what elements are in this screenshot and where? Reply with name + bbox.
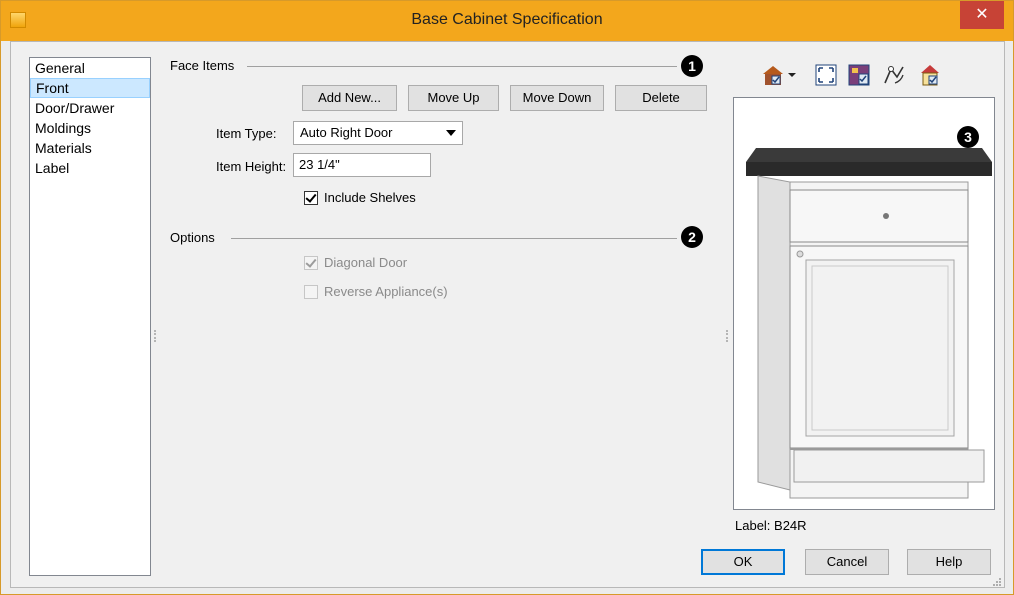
delete-button[interactable]: Delete [615, 85, 707, 111]
reverse-appliance-box[interactable] [304, 285, 318, 299]
item-height-input[interactable]: 23 1/4" [293, 153, 431, 177]
view-3d-dropdown-icon[interactable] [761, 63, 799, 87]
diagonal-door-label: Diagonal Door [324, 255, 408, 270]
item-height-label: Item Height: [216, 159, 287, 174]
callout-marker-1: 1 [681, 55, 703, 77]
ok-button[interactable]: OK [701, 549, 785, 575]
options-divider [231, 238, 677, 239]
options-heading: Options [170, 230, 215, 245]
face-items-heading: Face Items [170, 58, 235, 73]
help-button[interactable]: Help [907, 549, 991, 575]
cabinet-drawing [746, 148, 992, 499]
callout-marker-2: 2 [681, 226, 703, 248]
title-bar[interactable]: Base Cabinet Specification ✕ [1, 1, 1013, 41]
nav-item-front[interactable]: Front [30, 78, 150, 98]
nav-item-door-drawer[interactable]: Door/Drawer [30, 98, 150, 118]
nav-item-general[interactable]: General [30, 58, 150, 78]
add-new-button[interactable]: Add New... [302, 85, 397, 111]
checkmark-icon [305, 191, 317, 203]
item-type-select[interactable]: Auto Right Door [293, 121, 463, 145]
cancel-button[interactable]: Cancel [805, 549, 889, 575]
diagonal-door-checkbox[interactable]: Diagonal Door [304, 255, 444, 271]
nav-item-materials[interactable]: Materials [30, 138, 150, 158]
face-items-divider [247, 66, 677, 67]
category-list[interactable]: General Front Door/Drawer Moldings Mater… [29, 57, 151, 576]
fit-view-icon[interactable] [814, 63, 838, 87]
orbit-icon[interactable] [881, 63, 905, 87]
nav-item-moldings[interactable]: Moldings [30, 118, 150, 138]
close-button[interactable]: ✕ [960, 1, 1004, 29]
include-shelves-checkbox[interactable]: Include Shelves [304, 190, 444, 206]
reverse-appliance-checkbox[interactable]: Reverse Appliance(s) [304, 284, 474, 300]
right-splitter[interactable] [726, 330, 728, 342]
window-title: Base Cabinet Specification [411, 11, 603, 28]
preview-label-text: Label: B24R [735, 518, 807, 533]
diagonal-door-box[interactable] [304, 256, 318, 270]
nav-item-label[interactable]: Label [30, 158, 150, 178]
left-splitter[interactable] [154, 330, 156, 342]
chevron-down-icon [446, 130, 456, 136]
dialog-window: Base Cabinet Specification ✕ General Fro… [0, 0, 1014, 595]
include-shelves-box[interactable] [304, 191, 318, 205]
item-type-value: Auto Right Door [300, 125, 393, 140]
checkmark-icon [305, 256, 317, 268]
cabinet-preview[interactable]: 3 [733, 97, 995, 510]
reverse-appliance-label: Reverse Appliance(s) [324, 284, 448, 299]
include-shelves-label: Include Shelves [324, 190, 416, 205]
show-materials-icon[interactable] [847, 63, 871, 87]
dialog-body: General Front Door/Drawer Moldings Mater… [10, 41, 1005, 588]
move-down-button[interactable]: Move Down [510, 85, 604, 111]
show-options-icon[interactable] [918, 63, 942, 87]
item-type-label: Item Type: [216, 126, 277, 141]
move-up-button[interactable]: Move Up [408, 85, 499, 111]
resize-grip-icon[interactable] [992, 575, 1002, 586]
